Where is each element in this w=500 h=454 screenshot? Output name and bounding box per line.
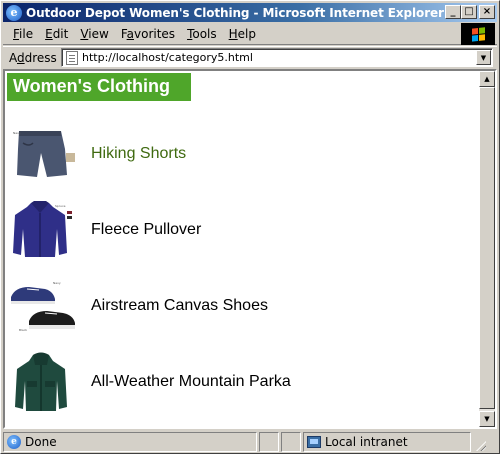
address-label-accel: d: [17, 50, 25, 65]
menu-view-rest: iew: [88, 26, 109, 41]
svg-text:Black: Black: [19, 328, 27, 332]
status-panel-empty: [281, 432, 301, 452]
address-dropdown-button[interactable]: ▼: [476, 50, 491, 65]
mountain-parka-image[interactable]: [9, 351, 81, 413]
menu-help-accel: H: [228, 26, 238, 41]
status-text: Done: [25, 435, 57, 449]
menu-favorites-rest: vorites: [134, 26, 176, 41]
content-frame: Women's Clothing Navy Hiking Shorts Spru…: [3, 69, 497, 429]
fleece-pullover-image[interactable]: Spruce: [9, 199, 81, 261]
scroll-up-button[interactable]: ▲: [479, 71, 495, 87]
menu-favorites[interactable]: Favorites: [115, 27, 181, 41]
scroll-down-button[interactable]: ▼: [479, 411, 495, 427]
address-label: Address: [9, 51, 61, 65]
svg-text:Spruce: Spruce: [55, 204, 66, 208]
address-label-rest: dress: [24, 50, 57, 65]
page-header-banner: Women's Clothing: [7, 73, 191, 101]
status-bar: e Done Local intranet: [3, 432, 497, 452]
product-link-fleece-pullover[interactable]: Fleece Pullover: [91, 221, 201, 239]
address-bar: Address http://localhost/category5.html …: [3, 46, 497, 68]
hiking-shorts-image[interactable]: Navy: [9, 123, 81, 185]
window-title: Outdoor Depot Women's Clothing - Microso…: [26, 5, 444, 20]
menu-edit[interactable]: Edit: [39, 27, 74, 41]
window-controls: _ □ ×: [445, 5, 495, 19]
product-link-hiking-shorts[interactable]: Hiking Shorts: [91, 145, 186, 163]
product-item[interactable]: All-Weather Mountain Parka: [9, 351, 291, 413]
windows-logo-throbber: [461, 23, 495, 45]
address-label-pre: A: [9, 50, 17, 65]
page-content: Women's Clothing Navy Hiking Shorts Spru…: [5, 71, 479, 427]
menu-view[interactable]: View: [74, 27, 114, 41]
title-bar[interactable]: e Outdoor Depot Women's Clothing - Micro…: [3, 3, 497, 22]
menu-help[interactable]: Help: [223, 27, 262, 41]
menu-tools[interactable]: Tools: [181, 27, 223, 41]
resize-grip[interactable]: [473, 432, 487, 452]
menu-tools-rest: ools: [192, 26, 217, 41]
product-link-canvas-shoes[interactable]: Airstream Canvas Shoes: [91, 297, 268, 315]
vertical-scrollbar[interactable]: ▲ ▼: [479, 71, 495, 427]
product-item[interactable]: Spruce Fleece Pullover: [9, 199, 201, 261]
menu-edit-accel: E: [45, 26, 53, 41]
maximize-button[interactable]: □: [461, 5, 477, 19]
security-zone-panel: Local intranet: [303, 432, 471, 452]
page-done-icon: e: [7, 435, 21, 449]
page-title: Women's Clothing: [13, 76, 170, 96]
menu-help-rest: elp: [237, 26, 257, 41]
close-button[interactable]: ×: [479, 5, 495, 19]
menu-bar: File Edit View Favorites Tools Help: [3, 23, 497, 45]
canvas-shoes-image[interactable]: Navy Black: [9, 275, 81, 337]
menu-file[interactable]: File: [7, 27, 39, 41]
status-panel-empty: [259, 432, 279, 452]
browser-window: e Outdoor Depot Women's Clothing - Micro…: [0, 0, 500, 454]
menu-favorites-accel: a: [126, 26, 134, 41]
local-intranet-icon: [307, 436, 321, 448]
windows-logo-icon: [472, 27, 485, 42]
status-panel: e Done: [3, 432, 257, 452]
product-item[interactable]: Navy Black Airstream Canvas Shoes: [9, 275, 268, 337]
internet-explorer-icon[interactable]: e: [6, 4, 22, 21]
scroll-thumb[interactable]: [479, 87, 495, 409]
product-link-mountain-parka[interactable]: All-Weather Mountain Parka: [91, 373, 291, 391]
svg-text:Navy: Navy: [53, 281, 61, 285]
svg-text:Navy: Navy: [13, 131, 21, 135]
security-zone-text: Local intranet: [325, 435, 408, 449]
minimize-button[interactable]: _: [445, 5, 461, 19]
product-item[interactable]: Navy Hiking Shorts: [9, 123, 186, 185]
address-input[interactable]: http://localhost/category5.html ▼: [61, 48, 493, 67]
address-url[interactable]: http://localhost/category5.html: [82, 51, 253, 64]
menu-file-rest: ile: [19, 26, 34, 41]
menu-edit-rest: dit: [52, 26, 69, 41]
page-icon: [66, 50, 78, 65]
